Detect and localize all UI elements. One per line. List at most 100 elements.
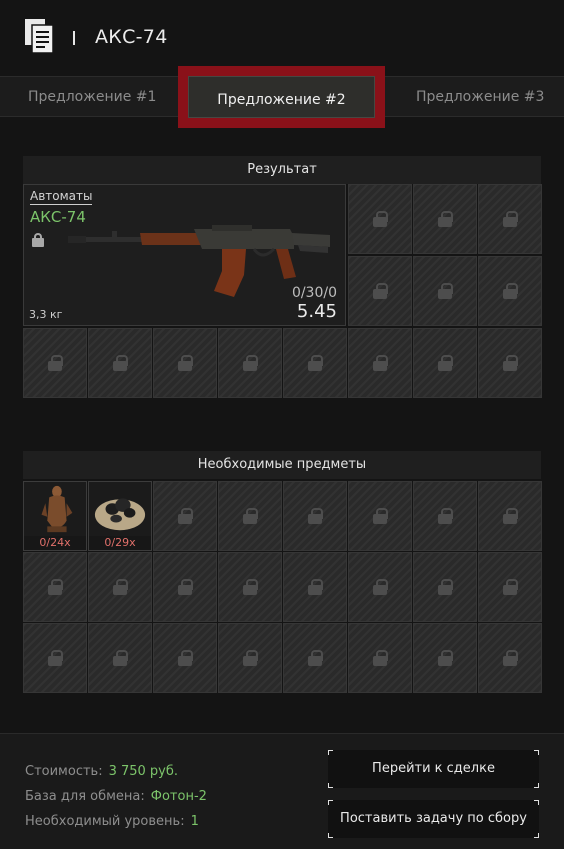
locked-slot [283, 552, 347, 622]
lock-icon [503, 508, 518, 524]
goto-deal-button[interactable]: Перейти к сделке [328, 750, 539, 788]
locked-slot [23, 552, 87, 622]
locked-slot [478, 328, 542, 398]
required-count: 0/29x [89, 536, 151, 550]
lock-icon [48, 355, 63, 371]
locked-slot [478, 481, 542, 551]
result-header: Результат [23, 156, 541, 184]
required-count: 0/24x [24, 536, 86, 550]
item-ammo: 0/30/0 [291, 285, 337, 301]
lock-icon [48, 650, 63, 666]
locked-slot [348, 552, 412, 622]
required-item-figurine[interactable]: 0/24x [23, 481, 87, 551]
lock-icon [503, 283, 518, 299]
lock-icon [438, 650, 453, 666]
locked-slot [218, 481, 282, 551]
lock-icon [243, 508, 258, 524]
locked-slot [153, 328, 217, 398]
item-weight: 3,3 кг [29, 308, 63, 321]
gather-task-label: Поставить задачу по сбору [340, 811, 527, 826]
locked-slot [283, 328, 347, 398]
locked-slot [413, 256, 477, 326]
lock-icon [178, 508, 193, 524]
lock-icon [373, 579, 388, 595]
lock-icon [308, 650, 323, 666]
lock-icon [113, 579, 128, 595]
level-label: Необходимый уровень: [25, 814, 185, 829]
locked-slot [413, 184, 477, 254]
locked-slot [478, 552, 542, 622]
lock-icon [178, 355, 193, 371]
locked-slot [348, 328, 412, 398]
item-category: Автоматы [30, 189, 93, 205]
item-caliber: 5.45 [296, 301, 337, 322]
gather-task-button[interactable]: Поставить задачу по сбору [328, 800, 539, 838]
locked-slot [218, 623, 282, 693]
base-row: База для обмена: Фотон-2 [25, 789, 207, 804]
locked-slot [153, 623, 217, 693]
base-value: Фотон-2 [150, 789, 207, 804]
lock-icon [308, 579, 323, 595]
lock-icon [503, 650, 518, 666]
lock-icon [438, 355, 453, 371]
lock-icon [113, 650, 128, 666]
locked-slot [88, 623, 152, 693]
lock-icon [113, 355, 128, 371]
lock-icon [48, 579, 63, 595]
locked-slot [348, 256, 412, 326]
lock-icon [438, 579, 453, 595]
locked-slot [88, 328, 152, 398]
title-separator [73, 31, 75, 45]
locked-slot [88, 552, 152, 622]
footer: Стоимость: 3 750 руб. База для обмена: Фот… [0, 733, 564, 849]
locked-slot [153, 552, 217, 622]
level-row: Необходимый уровень: 1 [25, 814, 199, 829]
locked-slot [218, 552, 282, 622]
required-item-ore[interactable]: 0/29x [88, 481, 152, 551]
locked-slot [478, 623, 542, 693]
lock-icon [308, 508, 323, 524]
locked-slot [413, 552, 477, 622]
locked-slot [413, 328, 477, 398]
tab-offer-2-label: Предложение #2 [217, 92, 346, 108]
tab-offer-1[interactable]: Предложение #1 [28, 89, 156, 105]
lock-icon [438, 508, 453, 524]
lock-icon [243, 650, 258, 666]
figurine-image [41, 485, 73, 533]
lock-icon [438, 211, 453, 227]
locked-slot [23, 623, 87, 693]
page-title: АКС-74 [95, 26, 168, 48]
locked-slot [283, 481, 347, 551]
locked-slot [478, 184, 542, 254]
locked-slot [478, 256, 542, 326]
lock-icon [178, 579, 193, 595]
locked-slot [413, 481, 477, 551]
lock-icon [243, 355, 258, 371]
lock-icon [243, 579, 258, 595]
cost-row: Стоимость: 3 750 руб. [25, 764, 178, 779]
lock-icon [308, 355, 323, 371]
locked-slot [23, 328, 87, 398]
result-item-card[interactable]: Автоматы АКС-74 3,3 кг 0/30/0 5.45 [23, 184, 346, 326]
header: АКС-74 [0, 0, 564, 76]
tab-offer-2[interactable]: Предложение #2 [178, 66, 385, 128]
cost-label: Стоимость: [25, 764, 103, 779]
locked-slot [153, 481, 217, 551]
locked-slot [283, 623, 347, 693]
tab-offer-3[interactable]: Предложение #3 [416, 89, 544, 105]
lock-icon [438, 283, 453, 299]
cost-value: 3 750 руб. [108, 764, 179, 779]
lock-icon [503, 211, 518, 227]
locked-slot [413, 623, 477, 693]
required-header: Необходимые предметы [23, 451, 541, 479]
lock-icon [503, 579, 518, 595]
locked-slot [348, 184, 412, 254]
locked-slot [348, 481, 412, 551]
locked-slot [218, 328, 282, 398]
level-value: 1 [190, 814, 199, 829]
lock-icon [373, 508, 388, 524]
ore-image [94, 498, 146, 531]
lock-icon [373, 211, 388, 227]
lock-icon [373, 355, 388, 371]
lock-icon [373, 283, 388, 299]
